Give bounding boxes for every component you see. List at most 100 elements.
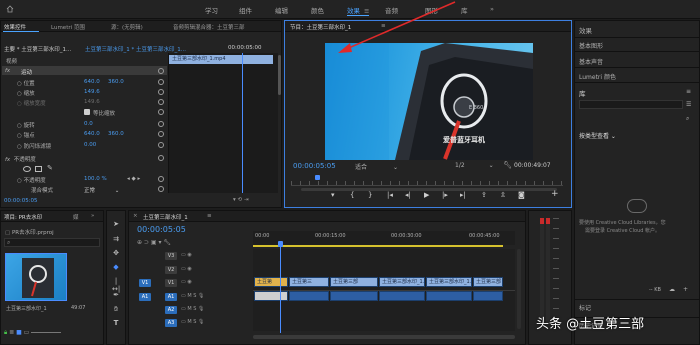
rotation-reset-icon[interactable] bbox=[158, 121, 164, 127]
libraries-search-icon[interactable]: ⌕ bbox=[686, 115, 689, 123]
program-playhead-icon[interactable] bbox=[315, 175, 320, 180]
audio-clip-2[interactable] bbox=[289, 291, 329, 301]
slip-tool-icon[interactable]: |↔| bbox=[112, 277, 120, 293]
audio-clip-4[interactable] bbox=[379, 291, 425, 301]
track-controls-v2[interactable]: ▭ ◉ bbox=[181, 266, 192, 275]
timeline-tools-icons[interactable]: ⊕ ⊃ ▣ ▾ 🔧︎ bbox=[137, 239, 171, 246]
project-item-thumbnail[interactable] bbox=[5, 253, 67, 301]
libraries-view-dropdown[interactable]: 按类型查看 ⌄ bbox=[579, 131, 616, 140]
tab-audio-clip-mixer[interactable]: 音频剪辑混合器：土豆第三部 bbox=[173, 23, 245, 31]
audio-clip-3[interactable] bbox=[330, 291, 378, 301]
prop-position-x[interactable]: 640.0 bbox=[84, 79, 100, 85]
ec-playhead[interactable] bbox=[242, 53, 243, 193]
timeline-timecode[interactable]: 00:00:05:05 bbox=[137, 225, 186, 234]
video-clip-5[interactable]: 土豆第三部水印_1.mp bbox=[426, 277, 472, 287]
track-target-v1[interactable]: V1 bbox=[165, 279, 177, 287]
type-tool-icon[interactable]: T bbox=[112, 319, 120, 327]
mask-pen-icon[interactable]: ✎ bbox=[47, 164, 53, 172]
icon-view-icon[interactable]: ■ bbox=[16, 329, 22, 336]
mask-rect-icon[interactable] bbox=[35, 166, 42, 172]
libraries-list-icon[interactable]: ☰ bbox=[686, 101, 691, 108]
timeline-horizontal-scrollbar[interactable] bbox=[253, 335, 515, 339]
track-controls-a2[interactable]: ▭ M S 🎙︎ bbox=[181, 306, 204, 315]
quality-select[interactable]: 1/2 ⌄ bbox=[455, 162, 494, 169]
sequence-clip-selector[interactable]: 土豆第三部水印_1 * 土豆第三部水印_1... bbox=[85, 45, 186, 53]
audio-clip-1[interactable] bbox=[254, 291, 288, 301]
prop-rotation-value[interactable]: 0.0 bbox=[84, 121, 93, 127]
prop-anchor-y[interactable]: 360.0 bbox=[108, 131, 124, 137]
motion-reset-icon[interactable] bbox=[158, 68, 164, 74]
track-select-tool-icon[interactable]: ⇉ bbox=[112, 235, 120, 243]
libraries-dropdown-field[interactable] bbox=[579, 100, 683, 109]
workspace-tab-libraries[interactable]: 库 bbox=[461, 5, 468, 15]
uniform-scale-checkbox[interactable] bbox=[84, 109, 90, 115]
ec-scrollbar[interactable] bbox=[278, 55, 281, 95]
step-back-icon[interactable]: ◂| bbox=[405, 191, 411, 199]
go-to-out-icon[interactable]: ▸| bbox=[460, 191, 466, 199]
lock-icon[interactable]: 🔒︎ bbox=[4, 329, 7, 336]
project-item-name[interactable]: 土豆第三部水印_1 bbox=[6, 305, 47, 312]
mask-ellipse-icon[interactable] bbox=[23, 166, 31, 172]
track-target-v2[interactable]: V2 bbox=[165, 266, 177, 274]
work-area-bar[interactable] bbox=[253, 245, 503, 247]
track-controls-v1[interactable]: ▭ ◉ bbox=[181, 279, 192, 288]
position-reset-icon[interactable] bbox=[158, 79, 164, 85]
scale-reset-icon[interactable] bbox=[158, 89, 164, 95]
track-controls-v3[interactable]: ▭ ◉ bbox=[181, 252, 192, 261]
tab-project[interactable]: 项目: PR去水印 bbox=[4, 213, 42, 221]
track-target-a3[interactable]: A3 bbox=[165, 319, 177, 327]
uniform-scale-reset-icon[interactable] bbox=[158, 109, 164, 115]
workspace-tab-color[interactable]: 颜色 bbox=[311, 5, 324, 15]
program-timecode[interactable]: 00:00:05:05 bbox=[293, 162, 336, 170]
library-add-icon[interactable]: + bbox=[683, 286, 688, 293]
video-clip-2[interactable]: 土豆第三 bbox=[289, 277, 329, 287]
library-cloud-icon[interactable]: ☁ bbox=[669, 286, 675, 293]
prop-position-y[interactable]: 360.0 bbox=[108, 79, 124, 85]
workspace-more-icon[interactable]: » bbox=[490, 5, 494, 13]
markers-panel-label[interactable]: 标记 bbox=[579, 303, 591, 312]
workspace-tab-editing[interactable]: 编辑 bbox=[275, 5, 288, 15]
tab-source[interactable]: 源：(无剪辑) bbox=[111, 23, 143, 31]
workspace-tab-learn[interactable]: 学习 bbox=[205, 5, 218, 15]
prop-scale-value[interactable]: 149.6 bbox=[84, 89, 100, 95]
video-clip-1[interactable]: 土豆第 bbox=[254, 277, 288, 287]
freeform-view-icon[interactable]: ▭ bbox=[24, 329, 30, 336]
add-button-icon[interactable]: + bbox=[551, 189, 559, 199]
workspace-tab-assembly[interactable]: 组件 bbox=[239, 5, 252, 15]
mark-in-icon[interactable]: { bbox=[350, 191, 354, 199]
tab-media[interactable]: 媒 bbox=[73, 213, 79, 221]
opacity-reset-icon[interactable] bbox=[158, 176, 164, 182]
opacity-value[interactable]: 100.0 % bbox=[84, 176, 107, 182]
video-clip-3[interactable]: 土豆第三部 bbox=[330, 277, 378, 287]
effects-item-essential-graphics[interactable]: 基本图形 bbox=[579, 41, 603, 50]
home-icon[interactable] bbox=[6, 5, 14, 13]
audio-clip-6[interactable] bbox=[473, 291, 503, 301]
mark-out-icon[interactable]: } bbox=[368, 191, 372, 199]
effects-item-lumetri-color[interactable]: Lumetri 颜色 bbox=[579, 72, 616, 81]
play-icon[interactable]: ▶ bbox=[424, 191, 429, 199]
scale-width-reset-icon[interactable] bbox=[158, 99, 164, 105]
blend-reset-icon[interactable] bbox=[158, 186, 164, 192]
zoom-slider[interactable] bbox=[31, 332, 62, 333]
prop-antiflicker-value[interactable]: 0.00 bbox=[84, 142, 96, 148]
prop-anchor-x[interactable]: 640.0 bbox=[84, 131, 100, 137]
opacity-section-header[interactable]: fx 不透明度 bbox=[5, 155, 36, 163]
razor-tool-icon[interactable]: ◆ bbox=[112, 263, 120, 271]
timeline-vertical-scrollbar[interactable] bbox=[517, 249, 521, 329]
master-clip-selector[interactable]: 主要 * 土豆第三部水印_1... bbox=[4, 45, 71, 53]
video-clip-4[interactable]: 土豆第三部水印_1.mp bbox=[379, 277, 425, 287]
extract-icon[interactable]: ⇫ bbox=[500, 191, 506, 199]
program-video-frame[interactable]: E 360 爱普蓝牙耳机 bbox=[325, 43, 533, 160]
track-controls-a3[interactable]: ▭ M S 🎙︎ bbox=[181, 319, 204, 328]
track-target-v3[interactable]: V3 bbox=[165, 252, 177, 260]
add-marker-icon[interactable]: ▾ bbox=[331, 191, 335, 199]
lift-icon[interactable]: ⇪ bbox=[481, 191, 487, 199]
track-source-a1[interactable]: A1 bbox=[139, 293, 151, 301]
track-controls-a1[interactable]: ▭ M S 🎙︎ bbox=[181, 293, 204, 302]
antiflicker-reset-icon[interactable] bbox=[158, 142, 164, 148]
timeline-close-icon[interactable]: × bbox=[133, 213, 138, 219]
opacity-section-reset-icon[interactable] bbox=[158, 155, 164, 161]
ripple-edit-tool-icon[interactable]: ✥ bbox=[112, 249, 120, 257]
timeline-playhead[interactable] bbox=[280, 245, 281, 333]
tab-effect-controls[interactable]: 效果控件 bbox=[4, 23, 26, 31]
